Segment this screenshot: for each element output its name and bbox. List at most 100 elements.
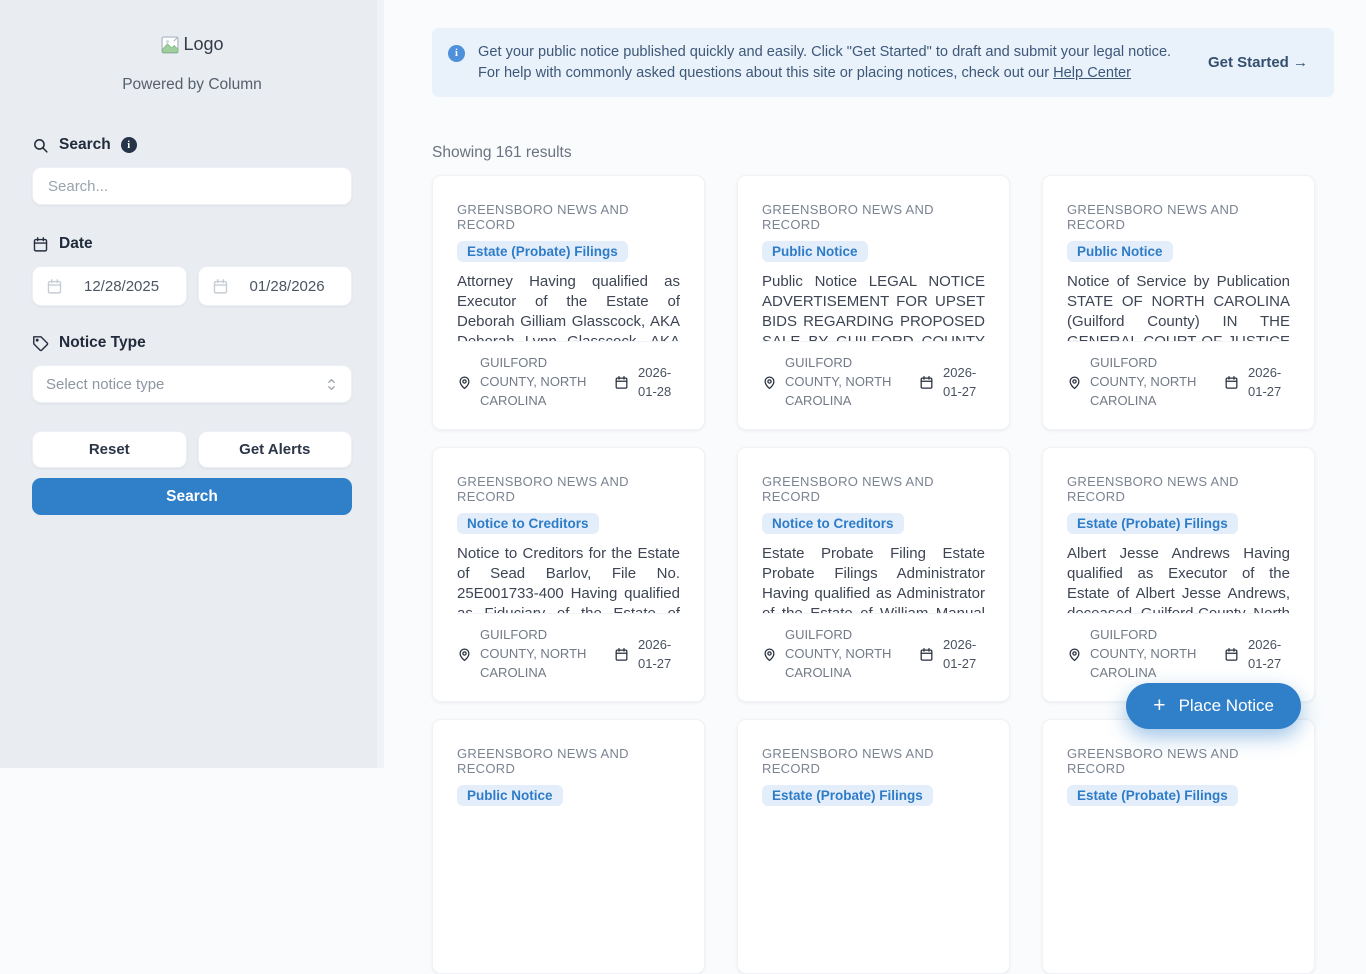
notice-type-select[interactable]: Select notice type xyxy=(32,365,352,403)
date-text: 2026-01-27 xyxy=(1248,636,1290,674)
notice-preview-text: Estate Probate Filing Estate Probate Fil… xyxy=(762,544,985,613)
date-section-header: Date xyxy=(32,235,352,253)
notice-type-selected-value: Select notice type xyxy=(46,376,164,393)
location-text: GUILFORD COUNTY, NORTH CAROLINA xyxy=(785,354,911,411)
map-pin-icon xyxy=(762,647,777,662)
map-pin-icon xyxy=(457,375,472,390)
publication-name: GREENSBORO NEWS AND RECORD xyxy=(762,746,985,776)
card-date: 2026-01-27 xyxy=(1224,364,1290,402)
results-main: i Get your public notice published quick… xyxy=(384,0,1366,768)
notice-type-badge: Notice to Creditors xyxy=(457,513,599,534)
notice-type-badge: Notice to Creditors xyxy=(762,513,904,534)
notice-type-badge: Public Notice xyxy=(762,241,868,262)
card-footer: GUILFORD COUNTY, NORTH CAROLINA 2026-01-… xyxy=(762,613,985,683)
notice-card[interactable]: GREENSBORO NEWS AND RECORD Notice to Cre… xyxy=(737,447,1010,702)
card-footer: GUILFORD COUNTY, NORTH CAROLINA 2026-01-… xyxy=(1067,341,1290,411)
date-text: 2026-01-27 xyxy=(638,636,680,674)
notice-card[interactable]: GREENSBORO NEWS AND RECORD Public Notice… xyxy=(737,175,1010,430)
notice-type-badge: Estate (Probate) Filings xyxy=(1067,513,1238,534)
location-text: GUILFORD COUNTY, NORTH CAROLINA xyxy=(480,626,606,683)
card-location: GUILFORD COUNTY, NORTH CAROLINA xyxy=(457,626,606,683)
card-location: GUILFORD COUNTY, NORTH CAROLINA xyxy=(457,354,606,411)
search-info-icon[interactable]: i xyxy=(121,137,137,153)
filter-sidebar: Logo Powered by Column Search i Date xyxy=(0,0,384,768)
publication-name: GREENSBORO NEWS AND RECORD xyxy=(1067,746,1290,776)
place-notice-button[interactable]: + Place Notice xyxy=(1126,683,1301,729)
card-footer: GUILFORD COUNTY, NORTH CAROLINA 2026-01-… xyxy=(457,341,680,411)
reset-button[interactable]: Reset xyxy=(32,431,187,468)
date-text: 2026-01-27 xyxy=(1248,364,1290,402)
date-to-input[interactable] xyxy=(248,277,339,296)
calendar-icon xyxy=(919,647,934,662)
notice-card[interactable]: GREENSBORO NEWS AND RECORD Estate (Proba… xyxy=(737,719,1010,974)
map-pin-icon xyxy=(1067,647,1082,662)
plus-icon: + xyxy=(1153,694,1165,718)
notice-preview-text: Albert Jesse Andrews Having qualified as… xyxy=(1067,544,1290,613)
card-date: 2026-01-27 xyxy=(614,636,680,674)
notice-card[interactable]: GREENSBORO NEWS AND RECORD Estate (Proba… xyxy=(1042,719,1315,974)
publication-name: GREENSBORO NEWS AND RECORD xyxy=(762,474,985,504)
date-text: 2026-01-27 xyxy=(943,364,985,402)
notice-card[interactable]: GREENSBORO NEWS AND RECORD Public Notice xyxy=(432,719,705,974)
card-location: GUILFORD COUNTY, NORTH CAROLINA xyxy=(1067,354,1216,411)
place-notice-label: Place Notice xyxy=(1179,696,1274,716)
search-button[interactable]: Search xyxy=(32,478,352,515)
get-started-link[interactable]: Get Started → xyxy=(1208,54,1308,71)
get-started-banner: i Get your public notice published quick… xyxy=(432,28,1334,97)
location-text: GUILFORD COUNTY, NORTH CAROLINA xyxy=(1090,354,1216,411)
publication-name: GREENSBORO NEWS AND RECORD xyxy=(457,202,680,232)
notice-preview-text xyxy=(457,816,680,916)
results-summary: Showing 161 results xyxy=(432,144,1334,162)
info-icon: i xyxy=(448,45,465,62)
logo-alt-text: Logo xyxy=(183,34,223,55)
notice-type-badge: Estate (Probate) Filings xyxy=(1067,785,1238,806)
card-footer: GUILFORD COUNTY, NORTH CAROLINA 2026-01-… xyxy=(457,613,680,683)
notice-card[interactable]: GREENSBORO NEWS AND RECORD Estate (Proba… xyxy=(432,175,705,430)
calendar-icon xyxy=(614,375,629,390)
publication-name: GREENSBORO NEWS AND RECORD xyxy=(457,746,680,776)
help-center-link[interactable]: Help Center xyxy=(1053,65,1131,81)
sidebar-buttons-row: Reset Get Alerts xyxy=(32,431,352,468)
card-location: GUILFORD COUNTY, NORTH CAROLINA xyxy=(762,354,911,411)
notice-preview-text: Notice of Service by Publication STATE O… xyxy=(1067,272,1290,341)
card-date: 2026-01-27 xyxy=(1224,636,1290,674)
publication-name: GREENSBORO NEWS AND RECORD xyxy=(1067,474,1290,504)
notice-preview-text xyxy=(762,816,985,916)
search-section-label: Search xyxy=(59,136,111,154)
calendar-icon xyxy=(1224,375,1239,390)
date-section-label: Date xyxy=(59,235,93,253)
broken-image-icon xyxy=(160,35,180,55)
up-down-chevrons-icon xyxy=(325,377,338,392)
powered-by-column: Powered by Column xyxy=(32,76,352,94)
card-footer: GUILFORD COUNTY, NORTH CAROLINA 2026-01-… xyxy=(1067,613,1290,683)
location-text: GUILFORD COUNTY, NORTH CAROLINA xyxy=(785,626,911,683)
search-input-shell xyxy=(32,167,352,205)
logo: Logo xyxy=(32,34,352,55)
notice-type-badge: Public Notice xyxy=(457,785,563,806)
card-date: 2026-01-27 xyxy=(919,636,985,674)
notice-card[interactable]: GREENSBORO NEWS AND RECORD Estate (Proba… xyxy=(1042,447,1315,702)
notice-type-section-header: Notice Type xyxy=(32,334,352,352)
calendar-icon xyxy=(32,236,49,253)
notice-type-badge: Estate (Probate) Filings xyxy=(762,785,933,806)
card-date: 2026-01-27 xyxy=(919,364,985,402)
notice-card[interactable]: GREENSBORO NEWS AND RECORD Notice to Cre… xyxy=(432,447,705,702)
publication-name: GREENSBORO NEWS AND RECORD xyxy=(762,202,985,232)
notice-preview-text: Notice to Creditors for the Estate of Se… xyxy=(457,544,680,613)
date-from-input[interactable] xyxy=(82,277,173,296)
notice-type-badge: Estate (Probate) Filings xyxy=(457,241,628,262)
get-alerts-button[interactable]: Get Alerts xyxy=(198,431,353,468)
search-section-header: Search i xyxy=(32,136,352,154)
date-text: 2026-01-27 xyxy=(943,636,985,674)
card-location: GUILFORD COUNTY, NORTH CAROLINA xyxy=(762,626,911,683)
notice-preview-text xyxy=(1067,816,1290,916)
date-from-shell xyxy=(32,266,187,306)
search-input[interactable] xyxy=(46,177,338,196)
calendar-icon xyxy=(212,278,229,295)
notice-preview-text: Attorney Having qualified as Executor of… xyxy=(457,272,680,341)
tag-icon xyxy=(32,335,49,352)
location-text: GUILFORD COUNTY, NORTH CAROLINA xyxy=(1090,626,1216,683)
notice-card[interactable]: GREENSBORO NEWS AND RECORD Public Notice… xyxy=(1042,175,1315,430)
date-to-shell xyxy=(198,266,353,306)
results-grid: GREENSBORO NEWS AND RECORD Estate (Proba… xyxy=(432,175,1334,974)
